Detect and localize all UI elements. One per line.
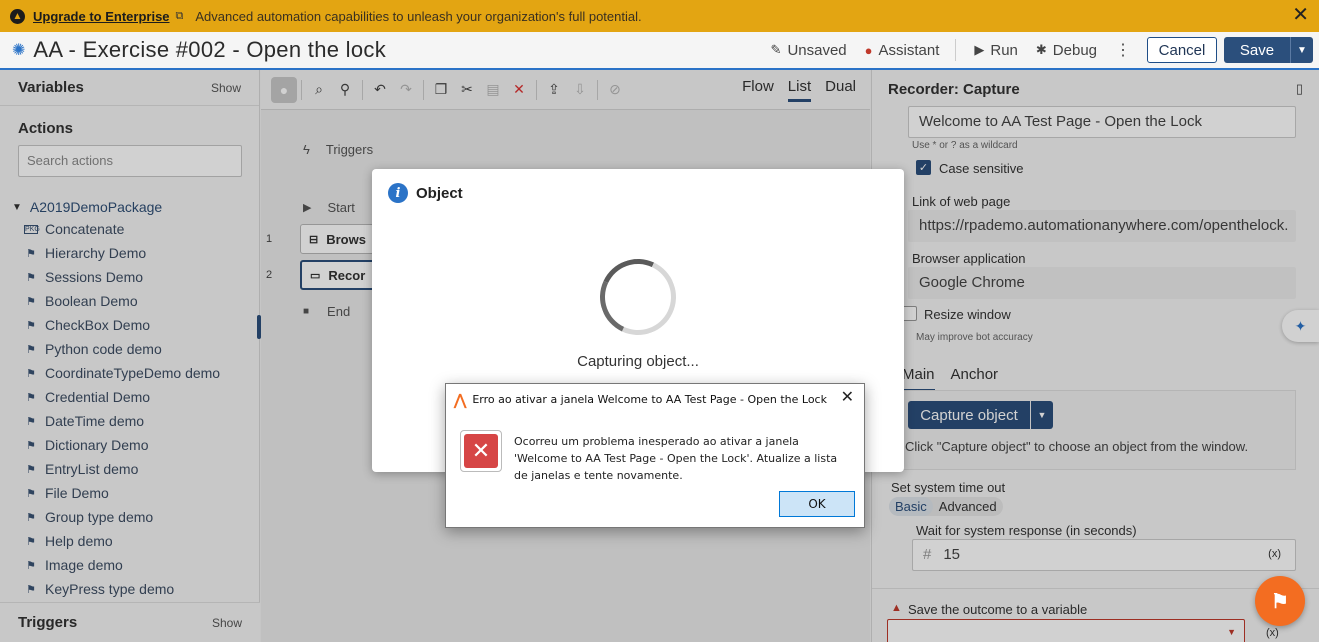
modal-header: i Object [388, 183, 463, 203]
play-icon: ▶ [974, 42, 985, 57]
upgrade-arrow-icon: ▲ [10, 8, 25, 24]
run-label: Run [990, 41, 1018, 59]
info-icon: i [388, 183, 408, 203]
unsaved-status: ✎ Unsaved [771, 42, 847, 59]
more-menu-icon[interactable]: ⋮ [1115, 40, 1131, 60]
title-bar: ✺ AA - Exercise #002 - Open the lock ✎ Un… [0, 32, 1319, 70]
run-button[interactable]: ▶ Run [974, 42, 1018, 59]
divider [955, 39, 957, 61]
upgrade-banner: ▲ Upgrade to Enterprise ⧉ Advanced autom… [0, 0, 1319, 32]
save-button[interactable]: Save [1224, 37, 1290, 63]
close-dialog-icon[interactable]: ✕ [841, 390, 854, 406]
dialog-message: Ocorreu um problema inesperado ao ativar… [514, 435, 838, 482]
capture-status: Capturing object... [577, 353, 699, 370]
bug-icon: ✱ [1035, 42, 1047, 57]
assistant-label: Assistant [878, 41, 940, 59]
page-title: AA - Exercise #002 - Open the lock [33, 37, 387, 62]
dialog-titlebar: ⋀ Erro ao ativar a janela Welcome to AA … [446, 384, 864, 415]
error-icon: ✕ [460, 430, 502, 472]
pencil-icon: ✎ [770, 42, 782, 57]
cancel-button[interactable]: Cancel [1147, 37, 1217, 63]
debug-label: Debug [1052, 41, 1097, 59]
error-dialog: ⋀ Erro ao ativar a janela Welcome to AA … [445, 383, 865, 528]
save-dropdown-icon[interactable]: ▼ [1290, 37, 1313, 63]
loading-spinner-icon [589, 248, 687, 346]
bot-icon: ✺ [12, 42, 26, 59]
automation-anywhere-logo-icon: ⋀ [454, 391, 467, 409]
assistant-button[interactable]: ● Assistant [865, 42, 940, 59]
help-signpost-icon[interactable]: ⚑ [1255, 576, 1305, 626]
dialog-title: Erro ao ativar a janela Welcome to AA Te… [472, 393, 827, 406]
close-banner-icon[interactable]: ✕ [1292, 5, 1309, 25]
external-link-icon: ⧉ [175, 9, 184, 22]
dialog-body: ✕ Ocorreu um problema inesperado ao ativ… [446, 415, 864, 527]
debug-button[interactable]: ✱ Debug [1036, 42, 1097, 59]
unsaved-label: Unsaved [787, 41, 847, 59]
banner-message: Advanced automation capabilities to unle… [195, 8, 642, 24]
assistant-icon: ● [864, 42, 873, 58]
modal-title: Object [416, 184, 463, 202]
upgrade-link[interactable]: Upgrade to Enterprise [33, 9, 170, 24]
ok-button[interactable]: OK [779, 491, 855, 517]
